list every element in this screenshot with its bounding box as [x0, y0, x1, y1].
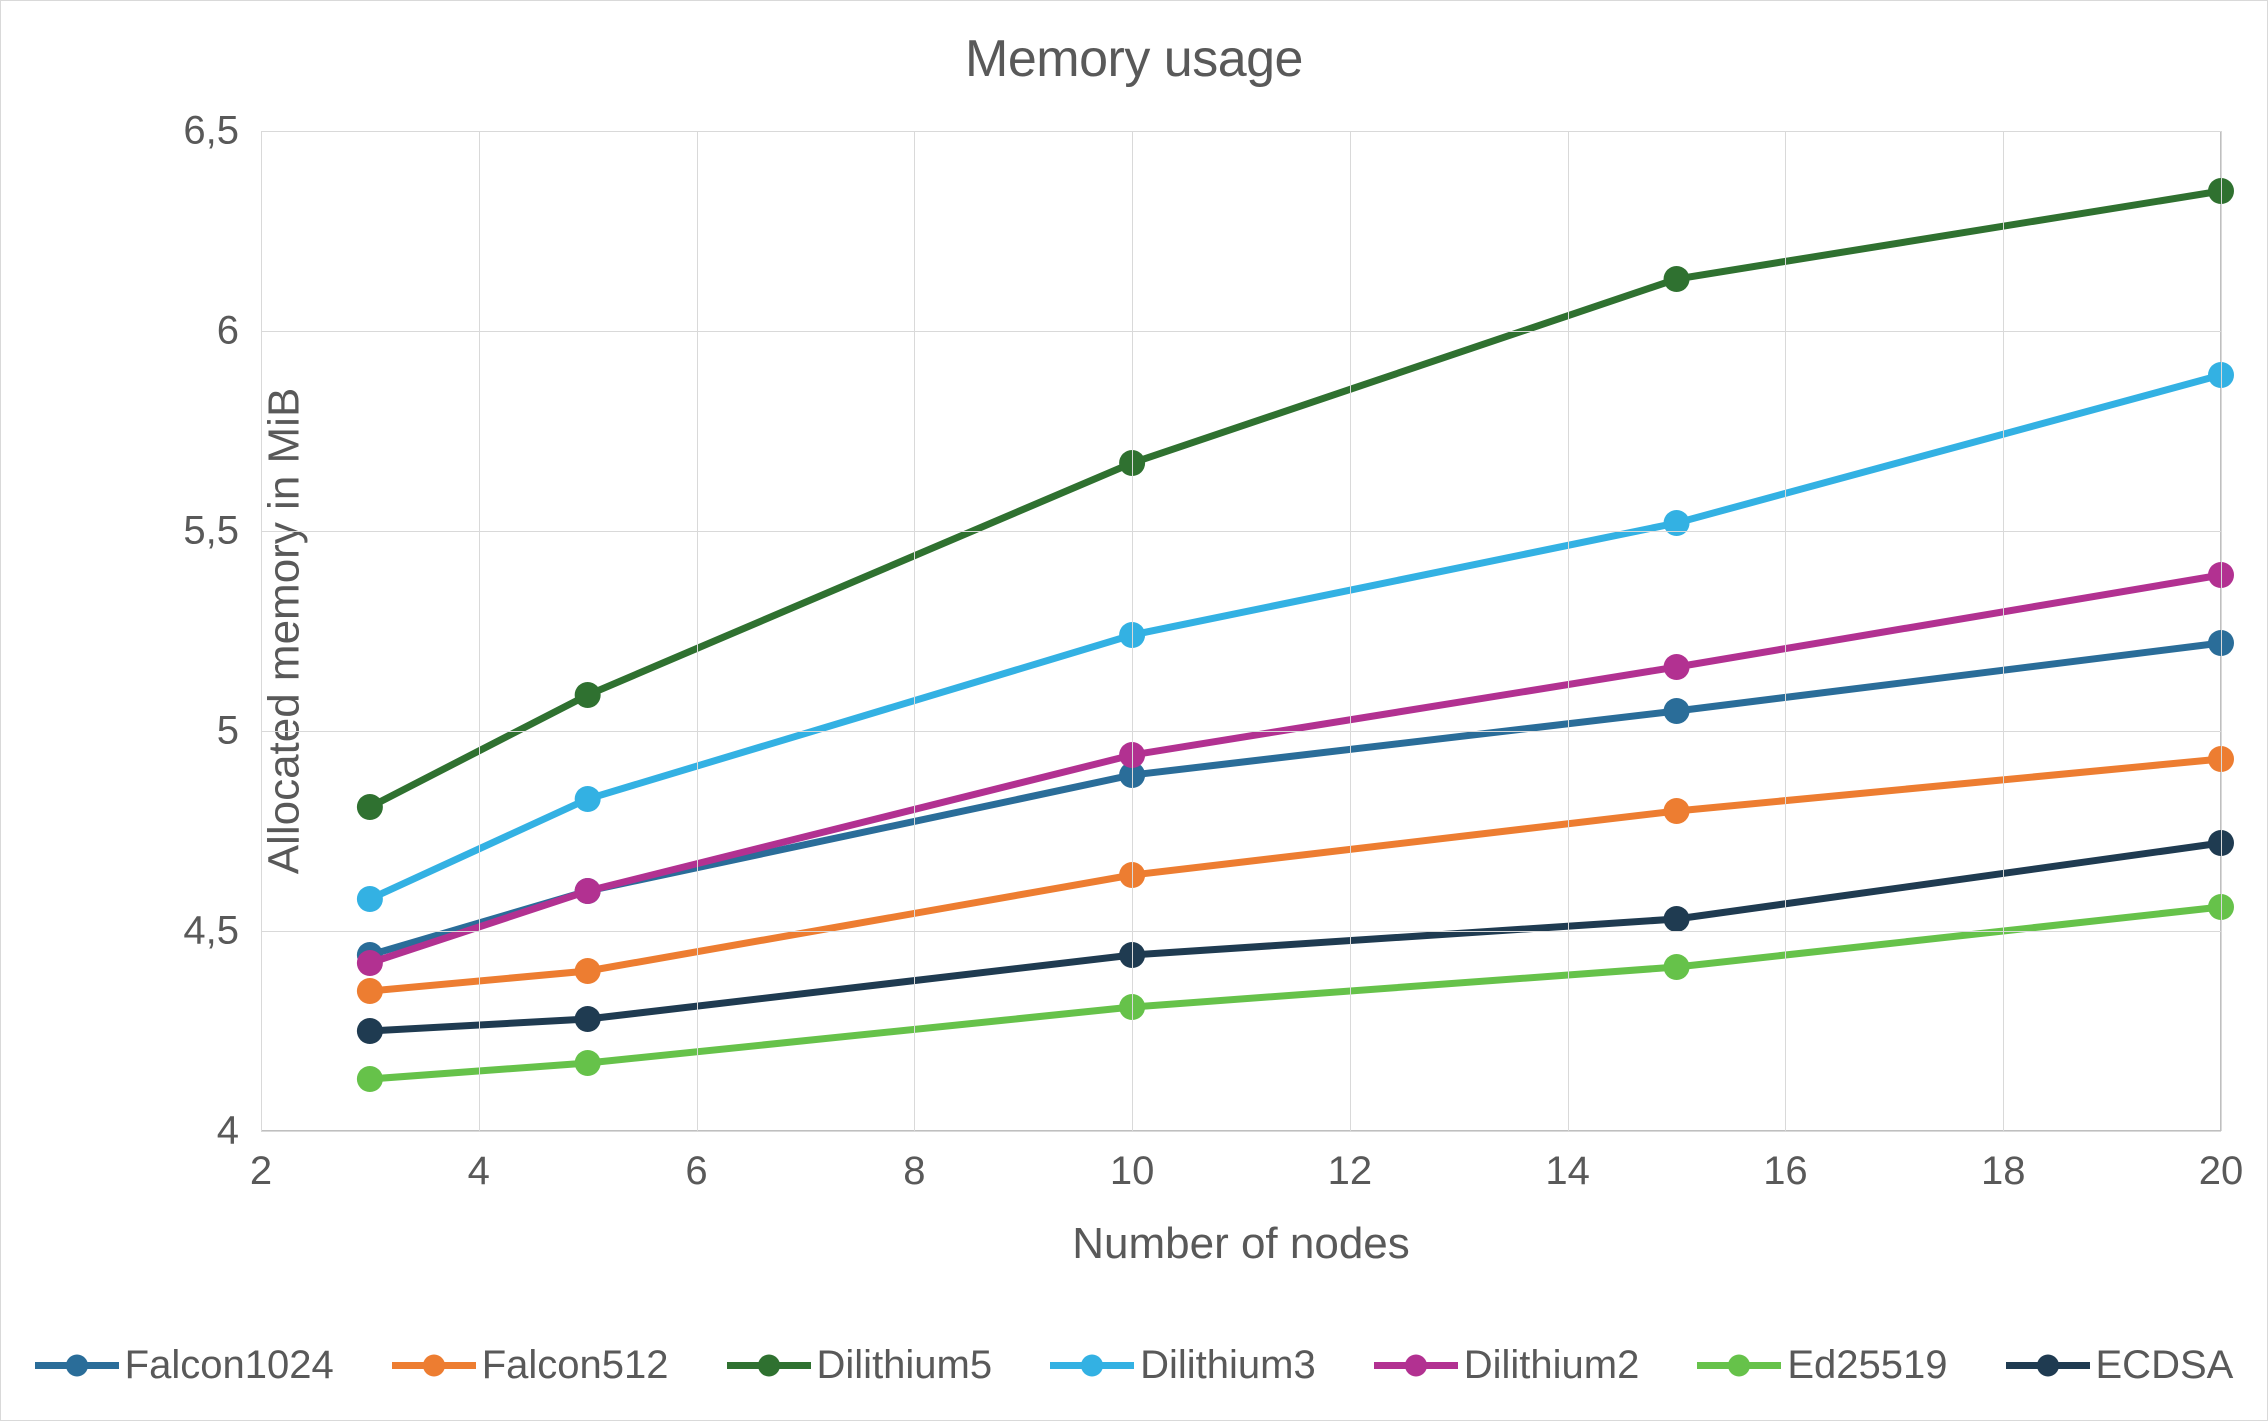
series-marker	[357, 794, 383, 820]
grid-line-v	[1132, 131, 1133, 1131]
y-tick-label: 4	[217, 1109, 239, 1154]
chart-container: Memory usage Allocated memory in MiB 246…	[0, 0, 2268, 1421]
series-marker	[1664, 266, 1690, 292]
y-tick-label: 6	[217, 309, 239, 354]
legend-swatch	[727, 1362, 811, 1369]
legend-label: Ed25519	[1787, 1343, 1947, 1388]
legend-item: ECDSA	[2006, 1343, 2234, 1388]
legend-swatch	[2006, 1362, 2090, 1369]
series-marker	[1664, 654, 1690, 680]
series-marker	[1664, 798, 1690, 824]
chart-title: Memory usage	[1, 29, 2267, 89]
series-marker	[357, 978, 383, 1004]
series-line	[370, 907, 2221, 1079]
series-line	[370, 575, 2221, 963]
grid-line-h	[261, 131, 2221, 132]
grid-line-v	[479, 131, 480, 1131]
x-tick-label: 2	[250, 1149, 272, 1194]
legend-label: Dilithium2	[1464, 1343, 1640, 1388]
grid-line-v	[1350, 131, 1351, 1131]
y-tick-label: 6,5	[183, 109, 239, 154]
grid-line-v	[2003, 131, 2004, 1131]
legend-swatch	[35, 1362, 119, 1369]
legend-label: Falcon512	[482, 1343, 669, 1388]
grid-line-h	[261, 331, 2221, 332]
legend-label: Dilithium3	[1140, 1343, 1316, 1388]
legend-swatch	[1050, 1362, 1134, 1369]
x-tick-label: 10	[1110, 1149, 1155, 1194]
grid-line-v	[2221, 131, 2222, 1131]
grid-line-h	[261, 531, 2221, 532]
series-marker	[575, 1050, 601, 1076]
x-axis-label: Number of nodes	[261, 1219, 2221, 1269]
y-tick-label: 5	[217, 709, 239, 754]
series-marker	[575, 958, 601, 984]
series-marker	[1664, 510, 1690, 536]
series-marker	[575, 878, 601, 904]
x-tick-label: 16	[1763, 1149, 1808, 1194]
series-marker	[575, 682, 601, 708]
grid-line-h	[261, 731, 2221, 732]
plot-area: 246810121416182044,555,566,5	[261, 131, 2221, 1131]
x-tick-label: 8	[903, 1149, 925, 1194]
x-tick-label: 4	[468, 1149, 490, 1194]
series-marker	[357, 1066, 383, 1092]
series-marker	[357, 886, 383, 912]
series-marker	[575, 786, 601, 812]
series-line	[370, 375, 2221, 899]
grid-line-v	[697, 131, 698, 1131]
legend-item: Falcon512	[392, 1343, 669, 1388]
legend-swatch	[1697, 1362, 1781, 1369]
series-marker	[1664, 698, 1690, 724]
legend-label: Falcon1024	[125, 1343, 334, 1388]
legend: Falcon1024 Falcon512 Dilithium5 Dilithium3 D…	[1, 1343, 2267, 1388]
y-tick-label: 4,5	[183, 909, 239, 954]
grid-line-h	[261, 1131, 2221, 1132]
grid-line-v	[261, 131, 262, 1131]
x-tick-label: 18	[1981, 1149, 2026, 1194]
x-tick-label: 20	[2199, 1149, 2244, 1194]
x-tick-label: 14	[1545, 1149, 1590, 1194]
legend-item: Ed25519	[1697, 1343, 1947, 1388]
series-marker	[575, 1006, 601, 1032]
legend-item: Falcon1024	[35, 1343, 334, 1388]
y-tick-label: 5,5	[183, 509, 239, 554]
grid-line-v	[914, 131, 915, 1131]
legend-item: Dilithium5	[727, 1343, 993, 1388]
series-marker	[1664, 954, 1690, 980]
x-tick-label: 12	[1328, 1149, 1373, 1194]
legend-item: Dilithium3	[1050, 1343, 1316, 1388]
series-marker	[357, 1018, 383, 1044]
legend-label: Dilithium5	[817, 1343, 993, 1388]
series-line	[370, 191, 2221, 807]
series-line	[370, 643, 2221, 955]
legend-item: Dilithium2	[1374, 1343, 1640, 1388]
grid-line-v	[1785, 131, 1786, 1131]
legend-swatch	[1374, 1362, 1458, 1369]
series-marker	[1664, 906, 1690, 932]
chart-lines-svg	[261, 131, 2221, 1131]
grid-line-v	[1568, 131, 1569, 1131]
legend-label: ECDSA	[2096, 1343, 2234, 1388]
grid-line-h	[261, 931, 2221, 932]
series-marker	[357, 950, 383, 976]
legend-swatch	[392, 1362, 476, 1369]
x-tick-label: 6	[685, 1149, 707, 1194]
